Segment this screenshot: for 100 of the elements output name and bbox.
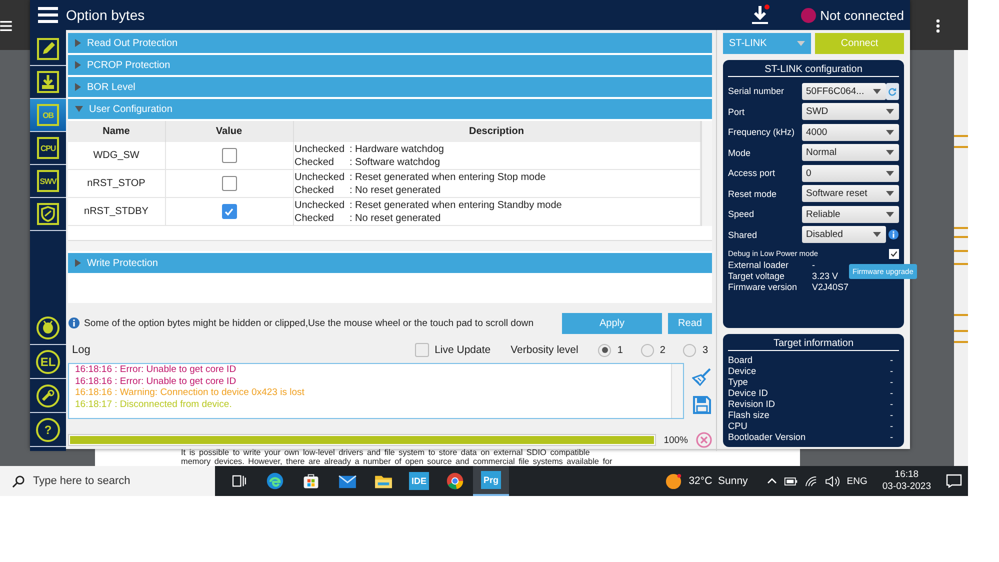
sidebar-item[interactable]: ? xyxy=(30,413,66,447)
select-field[interactable]: Disabled xyxy=(802,226,886,244)
menu-icon[interactable] xyxy=(38,7,58,23)
field-label: Reset mode xyxy=(728,188,778,199)
battery-icon[interactable] xyxy=(784,476,798,486)
info-value: - xyxy=(890,355,894,366)
radio-button[interactable] xyxy=(640,344,654,356)
description-text: Unchecked : Reset generated when entering Standby mode xyxy=(294,198,563,212)
select-field[interactable]: SWD xyxy=(802,103,899,120)
info-label: Bootloader Version xyxy=(728,432,807,443)
checkbox[interactable] xyxy=(889,248,899,258)
detail-label: Firmware version xyxy=(728,282,798,293)
document-text: It is possible to write your own low-level drivers and file system to store data on external SDIO compatible xyxy=(181,449,591,458)
more-options-icon[interactable] xyxy=(936,19,940,33)
search-field[interactable]: Type here to search xyxy=(0,466,215,496)
wifi-icon[interactable] xyxy=(804,476,818,486)
info-note: Some of the option bytes might be hidden or clipped,Use the mouse wheel or the touch pad to scroll down xyxy=(84,318,535,328)
weather-text: 32°C Sunny xyxy=(688,475,748,487)
scrollbar[interactable] xyxy=(68,240,712,251)
info-value: - xyxy=(890,432,894,443)
description-text: Checked : Software watchdog xyxy=(294,156,442,168)
language-indicator[interactable]: ENG xyxy=(846,476,868,486)
select-field[interactable]: Normal xyxy=(802,144,899,162)
detail-value: 3.23 V xyxy=(812,271,838,282)
log-title: Log xyxy=(71,344,92,356)
clock: 16:18 03-03-2023 xyxy=(882,469,931,493)
field-label: Mode xyxy=(728,148,752,158)
info-value: - xyxy=(890,421,894,432)
broom-icon[interactable] xyxy=(692,367,712,387)
refresh-button[interactable] xyxy=(886,82,899,100)
select-field[interactable]: Software reset xyxy=(802,185,899,202)
checkbox[interactable] xyxy=(222,148,236,163)
field-label: Shared xyxy=(728,230,758,240)
panel-title: ST-LINK configuration xyxy=(728,64,899,77)
info-label: CPU xyxy=(728,421,748,432)
info-label: Revision ID xyxy=(728,399,776,410)
refresh-icon xyxy=(888,86,897,96)
menu-icon xyxy=(0,21,12,31)
sidebar-item[interactable]: SWV xyxy=(30,165,66,198)
chrome-icon xyxy=(446,472,464,490)
select-field[interactable]: 0 xyxy=(802,164,899,182)
detail-label: External loader xyxy=(728,260,790,271)
checkbox[interactable] xyxy=(222,204,236,219)
save-icon[interactable] xyxy=(692,395,712,415)
field-label: Frequency (kHz) xyxy=(728,127,796,138)
info-icon xyxy=(888,229,899,240)
table-cell: WDG_SW xyxy=(68,142,165,170)
store-icon xyxy=(302,472,320,490)
scrollbar[interactable] xyxy=(671,364,683,418)
description-text: Unchecked : Reset generated when entering Stop mode xyxy=(294,170,547,184)
shield-icon xyxy=(37,203,59,225)
download-icon xyxy=(37,71,59,93)
info-value: - xyxy=(890,388,894,399)
field-label: Port xyxy=(728,106,746,117)
description-text: Checked : No reset generated xyxy=(294,212,442,224)
notification-icon[interactable] xyxy=(946,474,962,488)
field-label: Serial number xyxy=(728,86,786,96)
scrollbar[interactable] xyxy=(700,121,712,226)
checkbox[interactable] xyxy=(222,176,236,191)
radio-button[interactable] xyxy=(683,344,696,356)
pencil-icon xyxy=(37,38,59,60)
checkbox[interactable] xyxy=(414,343,429,357)
info-value: - xyxy=(890,410,894,421)
log-entry: 16:18:16 : Warning: Connection to device 0x423 is lost xyxy=(75,387,306,398)
info-icon xyxy=(68,317,80,329)
chevron-up-icon[interactable] xyxy=(766,478,777,484)
table-cell: nRST_STOP xyxy=(68,170,165,198)
info-label: Type xyxy=(728,377,749,388)
speaker-icon[interactable] xyxy=(824,476,840,486)
field-label: Speed xyxy=(728,209,756,220)
log-entry: 16:18:17 : Disconnected from device. xyxy=(75,398,233,410)
sidebar-item[interactable]: EL xyxy=(30,345,66,379)
bug-icon xyxy=(36,316,60,340)
radio-button[interactable] xyxy=(598,344,612,356)
info-value: - xyxy=(890,377,894,388)
scrollbar[interactable] xyxy=(954,50,968,466)
browser-icon xyxy=(266,472,284,490)
check-icon xyxy=(890,250,898,258)
mail-icon xyxy=(338,474,356,488)
panel-title: Target information xyxy=(728,338,899,351)
detail-value: V2J40S7 xyxy=(812,282,849,293)
search-icon xyxy=(12,474,25,488)
sidebar-item[interactable]: CPU xyxy=(30,132,66,165)
info-label: Board xyxy=(728,355,754,366)
task-view-icon xyxy=(232,475,246,487)
table-cell: nRST_STDBY xyxy=(68,198,165,226)
select-field[interactable]: 4000 xyxy=(802,124,899,141)
radio-label: 3 xyxy=(702,344,708,356)
field-label: Access port xyxy=(728,168,776,178)
select-field[interactable]: 50FF6C064... xyxy=(802,82,886,100)
log-entry: 16:18:16 : Error: Unable to get core ID xyxy=(75,376,238,387)
column-header: Name xyxy=(68,121,165,142)
info-label: Device ID xyxy=(728,388,769,399)
radio-label: 2 xyxy=(660,344,666,356)
progress-reading: 100% xyxy=(664,434,688,446)
select-field[interactable]: Reliable xyxy=(802,206,899,223)
sun-icon xyxy=(664,472,682,490)
download-icon[interactable] xyxy=(749,4,772,26)
info-value: - xyxy=(890,366,894,377)
description-text: Unchecked : Hardware watchdog xyxy=(294,142,445,156)
